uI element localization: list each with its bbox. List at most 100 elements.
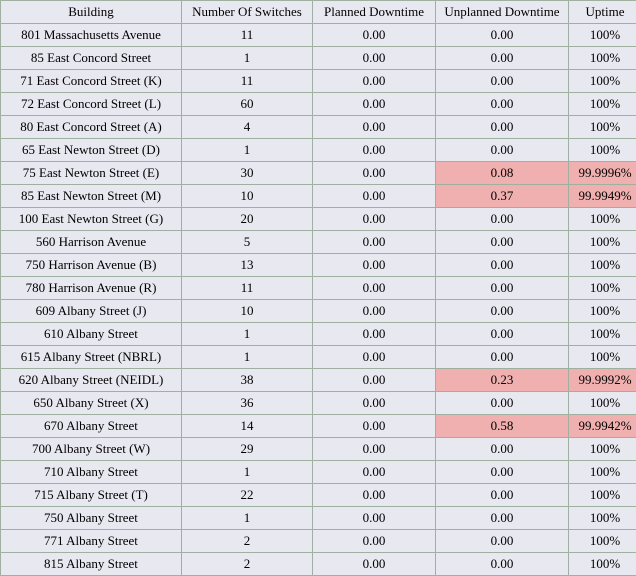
cell-unplanned-downtime: 0.00: [436, 47, 568, 69]
cell-unplanned-downtime: 0.23: [436, 369, 568, 391]
cell-uptime: 100%: [569, 254, 636, 276]
cell-uptime: 100%: [569, 484, 636, 506]
cell-unplanned-downtime: 0.00: [436, 277, 568, 299]
cell-uptime: 100%: [569, 139, 636, 161]
cell-uptime: 99.9942%: [569, 415, 636, 437]
cell-building: 100 East Newton Street (G): [1, 208, 181, 230]
cell-uptime: 99.9996%: [569, 162, 636, 184]
cell-planned-downtime: 0.00: [313, 47, 435, 69]
cell-unplanned-downtime: 0.00: [436, 208, 568, 230]
cell-uptime: 100%: [569, 277, 636, 299]
cell-unplanned-downtime: 0.00: [436, 392, 568, 414]
cell-planned-downtime: 0.00: [313, 254, 435, 276]
cell-planned-downtime: 0.00: [313, 162, 435, 184]
cell-unplanned-downtime: 0.00: [436, 346, 568, 368]
table-row: 80 East Concord Street (A)40.000.00100%: [1, 116, 636, 138]
cell-uptime: 100%: [569, 323, 636, 345]
table-row: 610 Albany Street10.000.00100%: [1, 323, 636, 345]
cell-planned-downtime: 0.00: [313, 507, 435, 529]
table-row: 670 Albany Street140.000.5899.9942%: [1, 415, 636, 437]
cell-planned-downtime: 0.00: [313, 139, 435, 161]
table-row: 715 Albany Street (T)220.000.00100%: [1, 484, 636, 506]
cell-building: 85 East Concord Street: [1, 47, 181, 69]
cell-planned-downtime: 0.00: [313, 530, 435, 552]
cell-unplanned-downtime: 0.08: [436, 162, 568, 184]
cell-switches: 20: [182, 208, 312, 230]
cell-building: 710 Albany Street: [1, 461, 181, 483]
cell-switches: 1: [182, 461, 312, 483]
cell-uptime: 100%: [569, 70, 636, 92]
cell-unplanned-downtime: 0.00: [436, 70, 568, 92]
cell-unplanned-downtime: 0.00: [436, 93, 568, 115]
cell-building: 750 Albany Street: [1, 507, 181, 529]
cell-switches: 36: [182, 392, 312, 414]
cell-uptime: 100%: [569, 507, 636, 529]
cell-building: 610 Albany Street: [1, 323, 181, 345]
table-row: 620 Albany Street (NEIDL)380.000.2399.99…: [1, 369, 636, 391]
cell-unplanned-downtime: 0.00: [436, 484, 568, 506]
cell-uptime: 100%: [569, 47, 636, 69]
cell-uptime: 99.9992%: [569, 369, 636, 391]
table-row: 615 Albany Street (NBRL)10.000.00100%: [1, 346, 636, 368]
table-row: 75 East Newton Street (E)300.000.0899.99…: [1, 162, 636, 184]
cell-switches: 22: [182, 484, 312, 506]
table-row: 650 Albany Street (X)360.000.00100%: [1, 392, 636, 414]
cell-switches: 11: [182, 70, 312, 92]
cell-planned-downtime: 0.00: [313, 231, 435, 253]
cell-switches: 11: [182, 24, 312, 46]
cell-planned-downtime: 0.00: [313, 553, 435, 575]
table-row: 801 Massachusetts Avenue110.000.00100%: [1, 24, 636, 46]
cell-unplanned-downtime: 0.37: [436, 185, 568, 207]
cell-uptime: 99.9949%: [569, 185, 636, 207]
cell-switches: 13: [182, 254, 312, 276]
cell-switches: 1: [182, 323, 312, 345]
table-row: 65 East Newton Street (D)10.000.00100%: [1, 139, 636, 161]
cell-switches: 29: [182, 438, 312, 460]
table-row: 815 Albany Street20.000.00100%: [1, 553, 636, 575]
cell-uptime: 100%: [569, 346, 636, 368]
cell-switches: 30: [182, 162, 312, 184]
table-row: 71 East Concord Street (K)110.000.00100%: [1, 70, 636, 92]
cell-planned-downtime: 0.00: [313, 484, 435, 506]
cell-unplanned-downtime: 0.00: [436, 254, 568, 276]
table-row: 100 East Newton Street (G)200.000.00100%: [1, 208, 636, 230]
cell-switches: 14: [182, 415, 312, 437]
cell-building: 700 Albany Street (W): [1, 438, 181, 460]
col-switches: Number Of Switches: [182, 1, 312, 23]
cell-building: 71 East Concord Street (K): [1, 70, 181, 92]
cell-building: 560 Harrison Avenue: [1, 231, 181, 253]
cell-planned-downtime: 0.00: [313, 185, 435, 207]
cell-unplanned-downtime: 0.58: [436, 415, 568, 437]
cell-unplanned-downtime: 0.00: [436, 116, 568, 138]
cell-switches: 1: [182, 346, 312, 368]
col-planned-downtime: Planned Downtime: [313, 1, 435, 23]
cell-building: 620 Albany Street (NEIDL): [1, 369, 181, 391]
table-row: 560 Harrison Avenue50.000.00100%: [1, 231, 636, 253]
table-row: 609 Albany Street (J)100.000.00100%: [1, 300, 636, 322]
table-row: 710 Albany Street10.000.00100%: [1, 461, 636, 483]
cell-uptime: 100%: [569, 392, 636, 414]
cell-building: 750 Harrison Avenue (B): [1, 254, 181, 276]
cell-building: 670 Albany Street: [1, 415, 181, 437]
cell-unplanned-downtime: 0.00: [436, 323, 568, 345]
cell-planned-downtime: 0.00: [313, 70, 435, 92]
cell-uptime: 100%: [569, 438, 636, 460]
cell-planned-downtime: 0.00: [313, 300, 435, 322]
cell-unplanned-downtime: 0.00: [436, 24, 568, 46]
cell-planned-downtime: 0.00: [313, 415, 435, 437]
cell-uptime: 100%: [569, 208, 636, 230]
cell-planned-downtime: 0.00: [313, 93, 435, 115]
cell-planned-downtime: 0.00: [313, 392, 435, 414]
cell-switches: 1: [182, 47, 312, 69]
cell-building: 85 East Newton Street (M): [1, 185, 181, 207]
cell-planned-downtime: 0.00: [313, 438, 435, 460]
cell-uptime: 100%: [569, 93, 636, 115]
cell-switches: 5: [182, 231, 312, 253]
cell-planned-downtime: 0.00: [313, 369, 435, 391]
cell-building: 65 East Newton Street (D): [1, 139, 181, 161]
col-unplanned-downtime: Unplanned Downtime: [436, 1, 568, 23]
cell-switches: 10: [182, 300, 312, 322]
cell-unplanned-downtime: 0.00: [436, 139, 568, 161]
cell-building: 80 East Concord Street (A): [1, 116, 181, 138]
cell-switches: 2: [182, 553, 312, 575]
